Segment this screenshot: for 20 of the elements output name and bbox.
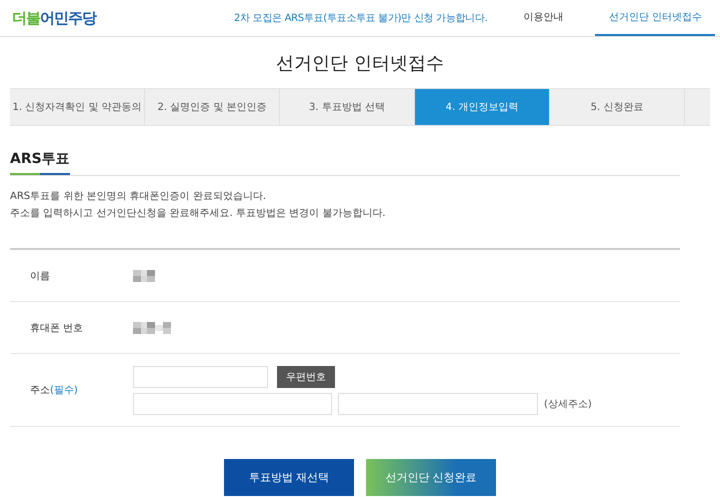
nav-link[interactable]: 선거인단 인터넷접수 — [595, 0, 716, 36]
blurred-value — [133, 270, 155, 282]
zipcode-button[interactable]: 우편번호 — [277, 366, 335, 388]
field-label: 휴대폰 번호 — [30, 322, 84, 334]
address-field[interactable] — [133, 392, 332, 414]
blurred-value — [133, 322, 171, 334]
party-logo[interactable]: 더불어민주당 — [12, 8, 234, 28]
zipcode-field[interactable] — [133, 366, 268, 388]
field-label: 이름 — [30, 270, 50, 282]
info-text: 주소를 입력하시고 선거인단신청을 완료해주세요. 투표방법은 변경이 불가능합니다. — [10, 207, 386, 221]
nav-link[interactable]: 이용안내 — [499, 0, 588, 36]
info-text: ARS투표를 위한 본인명의 휴대폰인증이 완료되었습니다. — [10, 190, 268, 204]
reselect-button[interactable]: 투표방법 재선택 — [224, 459, 354, 496]
submit-button[interactable]: 선거인단 신청완료 — [366, 459, 496, 496]
detail-address-hint: (상세주소) — [544, 398, 592, 410]
notice-text: 2차 모집은 ARS투표(투표소투표 불가)만 신청 가능합니다. — [234, 12, 488, 25]
detail-address-field[interactable] — [338, 392, 538, 414]
section-title: ARS투표 — [10, 150, 70, 175]
page-title: 선거인단 인터넷접수 — [275, 52, 445, 75]
field-label: 주소(필수) — [30, 385, 78, 396]
